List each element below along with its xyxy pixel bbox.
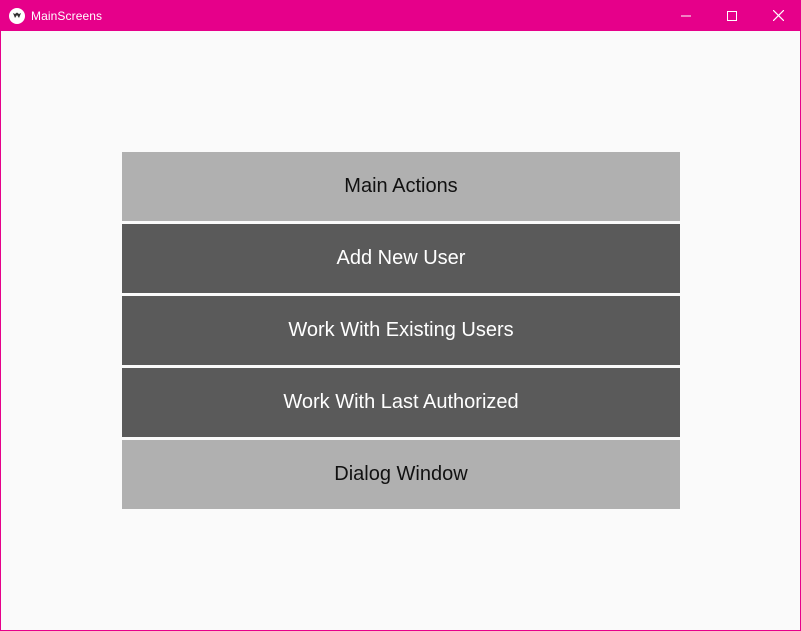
add-new-user-label: Add New User bbox=[336, 247, 466, 269]
dialog-window-label: Dialog Window bbox=[334, 463, 468, 485]
work-with-last-authorized-label: Work With Last Authorized bbox=[283, 391, 519, 413]
main-actions-label: Main Actions bbox=[344, 175, 458, 197]
close-button[interactable] bbox=[755, 0, 801, 31]
kivy-logo-icon bbox=[9, 7, 25, 24]
work-with-last-authorized-button[interactable]: Work With Last Authorized bbox=[122, 368, 680, 437]
add-new-user-button[interactable]: Add New User bbox=[122, 224, 680, 293]
main-actions-button[interactable]: Main Actions bbox=[122, 152, 680, 221]
window-title: MainScreens bbox=[31, 8, 103, 23]
maximize-icon bbox=[727, 10, 737, 21]
window-controls bbox=[663, 0, 801, 31]
work-with-existing-users-button[interactable]: Work With Existing Users bbox=[122, 296, 680, 365]
work-with-existing-users-label: Work With Existing Users bbox=[288, 319, 514, 341]
app-window: MainScreens Main Actions Add New User Wo… bbox=[0, 0, 801, 631]
main-menu: Main Actions Add New User Work With Exis… bbox=[122, 152, 680, 512]
title-bar[interactable]: MainScreens bbox=[0, 0, 801, 31]
maximize-button[interactable] bbox=[709, 0, 755, 31]
minimize-icon bbox=[681, 15, 691, 16]
dialog-window-button[interactable]: Dialog Window bbox=[122, 440, 680, 509]
minimize-button[interactable] bbox=[663, 0, 709, 31]
close-icon bbox=[772, 10, 784, 21]
